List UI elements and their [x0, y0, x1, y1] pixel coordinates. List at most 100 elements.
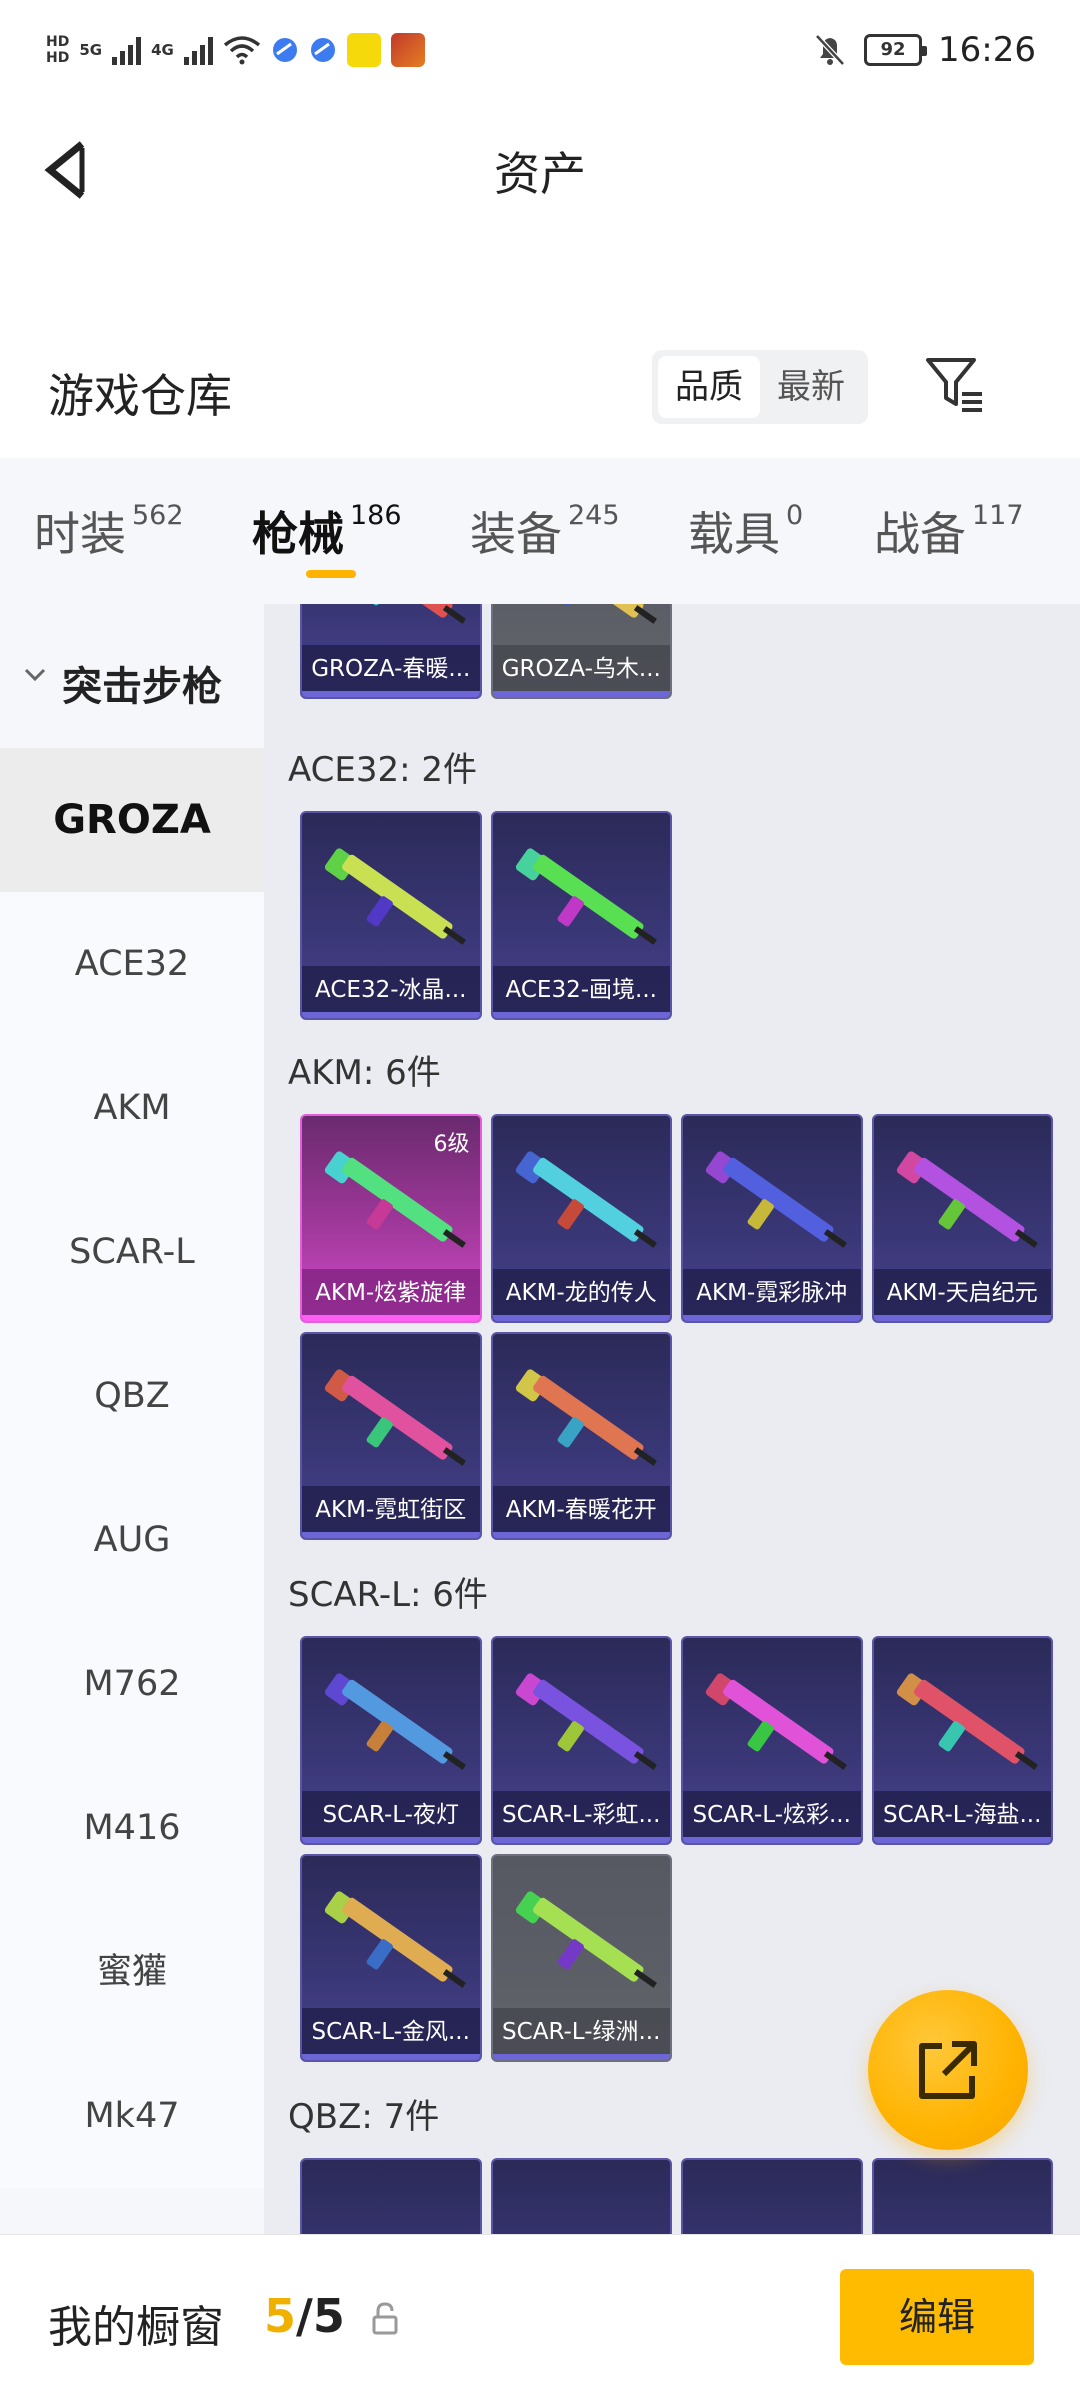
- sidebar-item-mk47[interactable]: Mk47: [0, 2044, 264, 2188]
- weapon-image: [312, 2182, 478, 2234]
- showcase-current: 5: [264, 2289, 297, 2343]
- section-title: SCAR-L: 6件: [288, 1575, 488, 1615]
- weapon-image: [515, 1673, 657, 1770]
- skin-card[interactable]: GROZA-春暖...: [300, 604, 482, 699]
- signal-icon: [112, 35, 142, 65]
- sidebar-category-label: 突击步枪: [62, 664, 222, 710]
- warehouse-title: 游戏仓库: [48, 369, 232, 423]
- app-icon-browser-2: [310, 38, 335, 62]
- skin-card[interactable]: ACE32-冰晶...: [300, 811, 482, 1020]
- status-left: HD HD 5G 4G: [46, 26, 425, 74]
- skin-name: SCAR-L-海盐...: [873, 1790, 1051, 1843]
- tab-fashion[interactable]: 时装 562: [34, 498, 184, 564]
- skin-card[interactable]: AKM-天启纪元: [871, 1114, 1053, 1323]
- weapon-image: [515, 1890, 657, 1988]
- showcase-count: 5/5: [264, 2289, 345, 2343]
- skin-card[interactable]: SCAR-L-夜灯: [300, 1636, 482, 1845]
- showcase-sep: /: [296, 2289, 313, 2343]
- weapon-image: [515, 848, 657, 945]
- showcase-bar: 我的橱窗 5/5 编辑: [0, 2234, 1080, 2400]
- skin-name: AKM-霓虹街区: [302, 1486, 480, 1538]
- wifi-icon: [223, 36, 260, 65]
- sidebar-item-akm[interactable]: AKM: [0, 1036, 264, 1180]
- sidebar-item-ace32[interactable]: ACE32: [0, 892, 264, 1036]
- tab-weapons[interactable]: 枪械 186: [252, 498, 402, 564]
- tab-count: 245: [568, 500, 620, 531]
- showcase-label: 我的橱窗: [48, 2302, 224, 2353]
- skin-level-badge: 6级: [433, 1132, 470, 1157]
- status-right: 92 16:26: [812, 26, 1036, 74]
- sidebar-category-assault-rifle[interactable]: 突击步枪: [0, 604, 264, 748]
- skin-card[interactable]: [871, 2158, 1053, 2234]
- tab-equipment[interactable]: 装备 245: [470, 498, 620, 564]
- skin-name: GROZA-春暖...: [302, 644, 480, 697]
- tab-label: 战备: [874, 507, 966, 561]
- skin-name: SCAR-L-夜灯: [302, 1790, 480, 1843]
- sidebar-item-m762[interactable]: M762: [0, 1612, 264, 1756]
- skin-card[interactable]: SCAR-L-绿洲...: [490, 1853, 672, 2062]
- filter-icon[interactable]: [922, 352, 986, 416]
- sidebar-item-aug[interactable]: AUG: [0, 1468, 264, 1612]
- sidebar-item-scar-l[interactable]: SCAR-L: [0, 1180, 264, 1324]
- skin-name: SCAR-L-绿洲...: [492, 2008, 670, 2060]
- skin-card[interactable]: AKM-霓彩脉冲: [681, 1114, 863, 1323]
- app-icon-game-2: [390, 33, 425, 67]
- hd-label-2: HD: [46, 50, 70, 66]
- tab-label: 时装: [34, 507, 126, 561]
- weapon-image: [324, 1890, 466, 1988]
- network-4g-label: 4G: [151, 41, 174, 59]
- skin-name: SCAR-L-彩虹...: [492, 1790, 670, 1843]
- share-button[interactable]: [868, 1990, 1028, 2150]
- skin-card[interactable]: [490, 2158, 672, 2234]
- tab-supplies[interactable]: 战备 117: [874, 498, 1024, 564]
- skin-card[interactable]: AKM-龙的传人: [490, 1114, 672, 1323]
- skin-card[interactable]: SCAR-L-海盐...: [871, 1636, 1053, 1845]
- skin-card[interactable]: ACE32-画境...: [490, 811, 672, 1020]
- weapon-image: [324, 1368, 466, 1466]
- skin-card[interactable]: SCAR-L-彩虹...: [490, 1636, 672, 1845]
- category-tabs: 时装 562 枪械 186 装备 245 载具 0 战备 117: [0, 458, 1080, 604]
- app-icon-browser-1: [272, 38, 297, 62]
- tab-label: 装备: [470, 507, 562, 561]
- skin-name: AKM-天启纪元: [873, 1268, 1051, 1321]
- lock-icon: [372, 2302, 398, 2335]
- tab-count: 117: [972, 500, 1024, 531]
- weapon-image: [342, 604, 466, 624]
- tab-count: 0: [786, 500, 804, 531]
- tab-vehicles[interactable]: 载具 0: [688, 498, 803, 564]
- network-5g-label: 5G: [79, 41, 103, 59]
- weapon-image: [324, 848, 466, 945]
- weapon-image: [515, 1151, 657, 1248]
- skin-card[interactable]: 6级 AKM-炫紫旋律: [300, 1114, 482, 1323]
- skin-name: AKM-春暖花开: [492, 1486, 670, 1538]
- battery-indicator: 92: [864, 34, 928, 66]
- weapon-image: [532, 604, 657, 624]
- sort-quality-option[interactable]: 品质: [658, 356, 760, 418]
- sidebar-item-m416[interactable]: M416: [0, 1756, 264, 1900]
- tab-count: 562: [132, 500, 184, 531]
- hd-label-1: HD: [46, 34, 70, 50]
- skin-card[interactable]: [300, 2158, 482, 2234]
- section-title: ACE32: 2件: [288, 750, 478, 790]
- skin-card[interactable]: GROZA-乌木...: [490, 604, 672, 699]
- status-bar: HD HD 5G 4G 92 16:26: [0, 0, 1080, 100]
- clock: 16:26: [938, 30, 1036, 70]
- skin-card[interactable]: [681, 2158, 863, 2234]
- sidebar-item-groza[interactable]: GROZA: [0, 748, 264, 892]
- skin-grid: GROZA-春暖... GROZA-乌木... ACE32: 2件 ACE32-冰晶.…: [264, 604, 1080, 2234]
- skin-card[interactable]: SCAR-L-金风...: [300, 1853, 482, 2062]
- edit-button[interactable]: 编辑: [840, 2269, 1034, 2365]
- sort-toggle: 品质 最新: [652, 350, 868, 424]
- skin-name: ACE32-画境...: [492, 965, 670, 1018]
- skin-card[interactable]: AKM-霓虹街区: [300, 1331, 482, 1540]
- weapon-image: [705, 1673, 847, 1770]
- page-title: 资产: [494, 147, 586, 201]
- sort-newest-option[interactable]: 最新: [760, 356, 862, 418]
- skin-name: GROZA-乌木...: [492, 644, 670, 697]
- skin-name: SCAR-L-金风...: [302, 2008, 480, 2060]
- skin-card[interactable]: AKM-春暖花开: [490, 1331, 672, 1540]
- hd-indicator: HD HD: [46, 34, 69, 66]
- sidebar-item-honey-badger[interactable]: 蜜獾: [0, 1900, 264, 2044]
- sidebar-item-qbz[interactable]: QBZ: [0, 1324, 264, 1468]
- skin-card[interactable]: SCAR-L-炫彩...: [681, 1636, 863, 1845]
